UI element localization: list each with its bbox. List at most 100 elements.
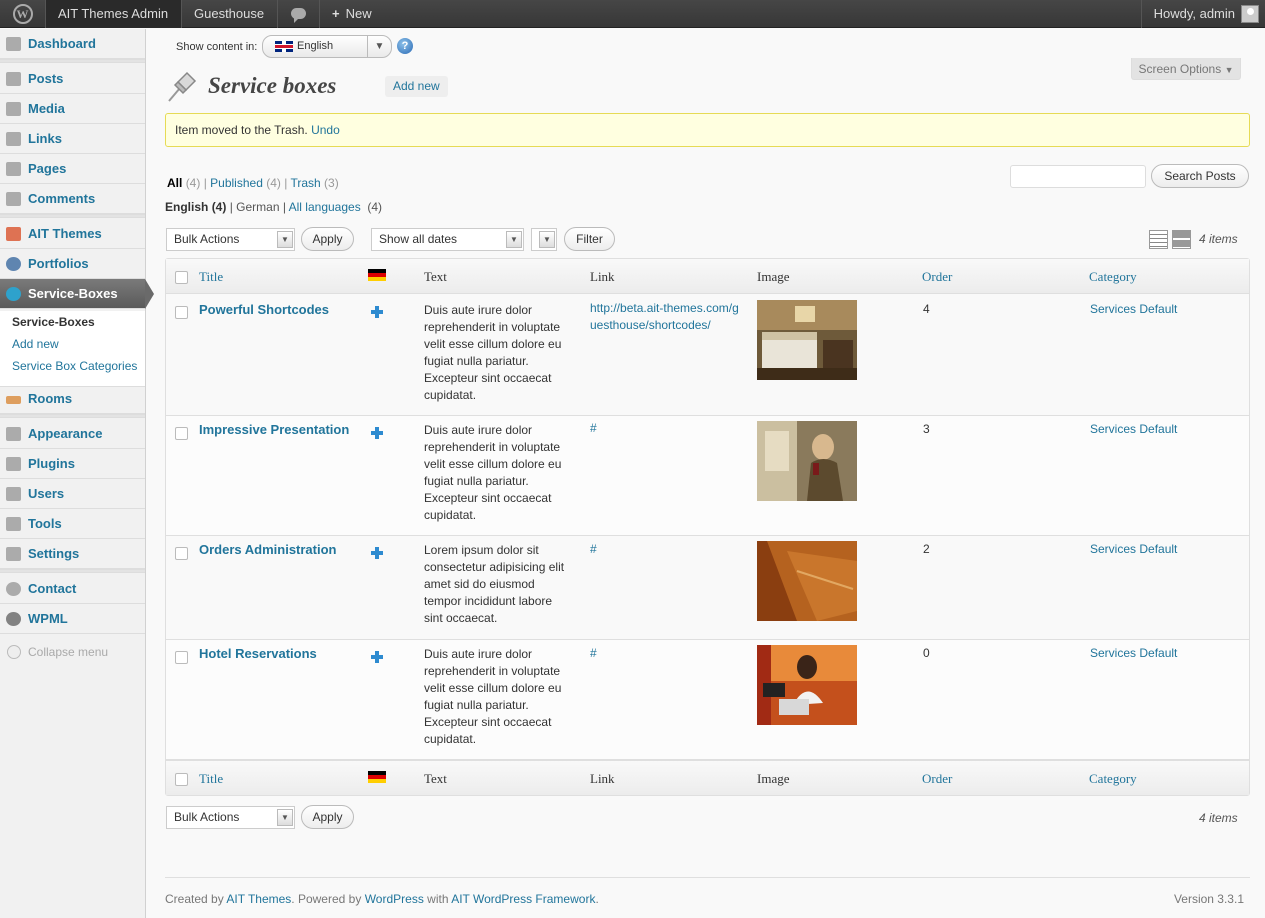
row-link[interactable]: # (590, 541, 740, 558)
bulk-actions-select[interactable]: Bulk Actions ▼ (166, 228, 295, 251)
admin-bar-comments[interactable] (278, 0, 320, 28)
column-image: Image (757, 269, 790, 284)
row-title-link[interactable]: Impressive Presentation (199, 421, 349, 438)
submenu-add-new[interactable]: Add new (0, 333, 145, 355)
excerpt-view-icon[interactable] (1172, 230, 1191, 249)
row-checkbox[interactable] (175, 547, 188, 560)
sidebar-item-dashboard[interactable]: Dashboard (0, 29, 145, 59)
items-count: 4 items (1199, 232, 1238, 246)
row-order: 4 (923, 302, 930, 316)
sidebar-item-service-boxes[interactable]: Service-Boxes (0, 279, 154, 309)
footer-wordpress-link[interactable]: WordPress (365, 892, 424, 906)
main-content: Show content in: English ▼ ? Service box… (165, 29, 1250, 918)
sidebar-item-media[interactable]: Media (0, 94, 145, 124)
view-all[interactable]: All (167, 176, 182, 190)
add-translation-icon[interactable] (371, 306, 383, 318)
screen-options-button[interactable]: Screen Options ▼ (1131, 58, 1241, 80)
row-category-link[interactable]: Services Default (1090, 301, 1177, 318)
row-checkbox[interactable] (175, 651, 188, 664)
sidebar-item-appearance[interactable]: Appearance (0, 419, 145, 449)
select-all-checkbox[interactable] (175, 271, 188, 284)
dates-select[interactable]: Show all dates ▼ (371, 228, 524, 251)
sidebar-item-portfolios[interactable]: Portfolios (0, 249, 145, 279)
select-all-checkbox[interactable] (175, 773, 188, 786)
row-category-link[interactable]: Services Default (1090, 421, 1177, 438)
sidebar-item-rooms[interactable]: Rooms (0, 384, 145, 414)
add-new-button[interactable]: Add new (385, 76, 448, 97)
column-text: Text (424, 771, 447, 786)
list-view-icon[interactable] (1149, 230, 1168, 249)
row-thumbnail[interactable] (757, 421, 857, 501)
add-translation-icon[interactable] (371, 547, 383, 559)
column-category[interactable]: Category (1089, 259, 1137, 294)
sidebar-item-comments[interactable]: Comments (0, 184, 145, 214)
row-text: Duis aute irure dolor reprehenderit in v… (424, 647, 562, 746)
ait-icon (6, 227, 21, 241)
bulk-actions-select-bottom[interactable]: Bulk Actions ▼ (166, 806, 295, 829)
column-link: Link (590, 771, 615, 786)
sidebar-item-tools[interactable]: Tools (0, 509, 145, 539)
column-category[interactable]: Category (1089, 761, 1137, 796)
apply-button-bottom[interactable]: Apply (301, 805, 354, 829)
undo-link[interactable]: Undo (311, 123, 340, 137)
view-trash[interactable]: Trash (290, 176, 320, 190)
row-thumbnail[interactable] (757, 300, 857, 380)
chevron-down-icon: ▼ (506, 231, 522, 248)
row-category-link[interactable]: Services Default (1090, 541, 1177, 558)
footer-ait-link[interactable]: AIT Themes (226, 892, 291, 906)
sidebar-item-wpml[interactable]: WPML (0, 604, 145, 634)
row-link[interactable]: http://beta.ait-themes.com/guesthouse/sh… (590, 300, 740, 334)
sidebar-item-contact[interactable]: Contact (0, 574, 145, 604)
sidebar-item-plugins[interactable]: Plugins (0, 449, 145, 479)
submenu-service-boxes[interactable]: Service-Boxes (0, 311, 145, 333)
filter-button[interactable]: Filter (564, 227, 615, 251)
row-title-link[interactable]: Orders Administration (199, 541, 336, 558)
help-icon[interactable]: ? (397, 38, 413, 54)
menu-separator (0, 569, 145, 573)
row-title-link[interactable]: Hotel Reservations (199, 645, 317, 662)
sidebar-item-users[interactable]: Users (0, 479, 145, 509)
sidebar-item-settings[interactable]: Settings (0, 539, 145, 569)
column-order[interactable]: Order (922, 259, 952, 294)
add-translation-icon[interactable] (371, 427, 383, 439)
add-translation-icon[interactable] (371, 651, 383, 663)
column-title[interactable]: Title (199, 761, 223, 796)
row-category-link[interactable]: Services Default (1090, 645, 1177, 662)
row-title-link[interactable]: Powerful Shortcodes (199, 301, 329, 318)
show-content-label: Show content in: (176, 41, 258, 53)
row-link[interactable]: # (590, 420, 740, 437)
sidebar-item-posts[interactable]: Posts (0, 64, 145, 94)
view-published[interactable]: Published (210, 176, 263, 190)
column-order[interactable]: Order (922, 761, 952, 796)
lang-view-english[interactable]: English (4) (165, 200, 226, 214)
row-link[interactable]: # (590, 645, 740, 662)
sidebar-item-ait-themes[interactable]: AIT Themes (0, 219, 145, 249)
sidebar-item-links[interactable]: Links (0, 124, 145, 154)
admin-bar-new[interactable]: + New (320, 0, 390, 28)
lang-view-german[interactable]: German (236, 200, 279, 214)
row-thumbnail[interactable] (757, 541, 857, 621)
chevron-down-icon: ▼ (277, 231, 293, 248)
language-select[interactable]: English ▼ (262, 35, 392, 58)
row-checkbox[interactable] (175, 427, 188, 440)
category-select[interactable]: ▼ (531, 228, 557, 251)
admin-bar-site[interactable]: AIT Themes Admin (46, 0, 182, 28)
dashboard-icon (6, 37, 21, 51)
lang-view-all[interactable]: All languages (289, 200, 361, 214)
sidebar-item-pages[interactable]: Pages (0, 154, 145, 184)
row-checkbox[interactable] (175, 306, 188, 319)
admin-sidebar: Dashboard Posts Media Links Pages Commen… (0, 29, 154, 918)
uk-flag-icon (275, 41, 293, 52)
collapse-menu-button[interactable]: Collapse menu (0, 641, 145, 663)
plus-icon: + (332, 6, 340, 21)
admin-bar-guesthouse[interactable]: Guesthouse (182, 0, 278, 28)
submenu-service-box-categories[interactable]: Service Box Categories (0, 355, 145, 377)
wordpress-logo-icon[interactable]: W (0, 0, 46, 28)
column-title[interactable]: Title (199, 259, 223, 294)
admin-bar-account[interactable]: Howdy, admin (1140, 0, 1265, 28)
search-posts-button[interactable]: Search Posts (1151, 164, 1249, 188)
apply-button[interactable]: Apply (301, 227, 354, 251)
row-thumbnail[interactable] (757, 645, 857, 725)
footer-framework-link[interactable]: AIT WordPress Framework (451, 892, 595, 906)
search-input[interactable] (1010, 165, 1146, 188)
